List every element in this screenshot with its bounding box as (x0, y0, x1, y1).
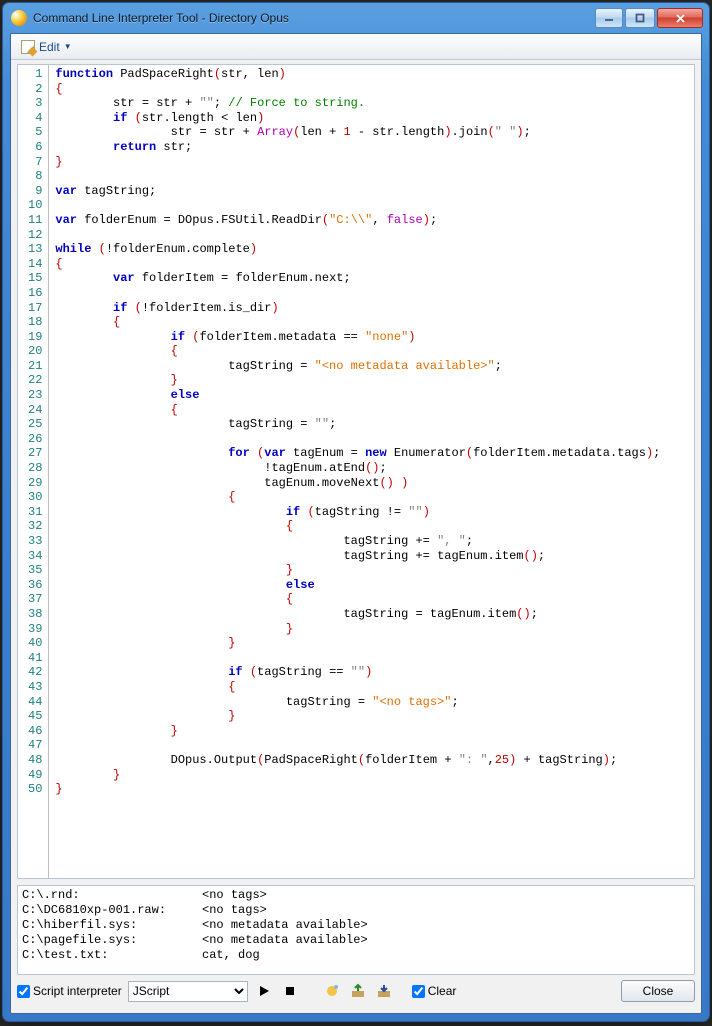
clear-text: Clear (428, 984, 457, 998)
minimize-button[interactable] (595, 8, 623, 28)
bottom-bar: Script interpreter JScript (17, 975, 695, 1007)
script-interpreter-checkbox-label[interactable]: Script interpreter (17, 984, 122, 998)
titlebar[interactable]: Command Line Interpreter Tool - Director… (3, 3, 709, 33)
play-icon (258, 985, 270, 997)
save-icon (376, 983, 392, 999)
stop-icon (284, 985, 296, 997)
load-script-button[interactable] (348, 981, 368, 1001)
load-icon (350, 983, 366, 999)
clear-checkbox[interactable] (412, 985, 425, 998)
close-window-button[interactable] (657, 8, 703, 28)
edit-label: Edit (39, 40, 60, 54)
window-controls (595, 8, 703, 28)
sparkle-icon (324, 983, 340, 999)
new-script-button[interactable] (322, 981, 342, 1001)
run-button[interactable] (254, 981, 274, 1001)
clear-checkbox-label[interactable]: Clear (412, 984, 457, 998)
toolbar: Edit ▼ (11, 34, 701, 60)
window-title: Command Line Interpreter Tool - Director… (33, 11, 595, 25)
app-window: Command Line Interpreter Tool - Director… (2, 2, 710, 1022)
code-area[interactable]: function PadSpaceRight(str, len) { str =… (49, 65, 666, 878)
save-script-button[interactable] (374, 981, 394, 1001)
edit-icon (21, 40, 35, 54)
line-gutter: 1 2 3 4 5 6 7 8 9 10 11 12 13 14 15 16 1… (18, 65, 49, 878)
stop-button[interactable] (280, 981, 300, 1001)
maximize-icon (635, 13, 645, 23)
maximize-button[interactable] (625, 8, 655, 28)
code-editor[interactable]: 1 2 3 4 5 6 7 8 9 10 11 12 13 14 15 16 1… (17, 64, 695, 879)
language-select[interactable]: JScript (128, 981, 248, 1002)
script-interpreter-checkbox[interactable] (17, 985, 30, 998)
close-button[interactable]: Close (621, 980, 695, 1002)
app-icon (11, 10, 27, 26)
script-interpreter-text: Script interpreter (33, 984, 122, 998)
chevron-down-icon: ▼ (64, 42, 72, 51)
edit-menu-button[interactable]: Edit ▼ (15, 36, 78, 58)
client-area: Edit ▼ 1 2 3 4 5 6 7 8 9 10 11 12 13 14 … (10, 33, 702, 1014)
minimize-icon (604, 13, 614, 23)
output-pane[interactable]: C:\.rnd: <no tags> C:\DC6810xp-001.raw: … (17, 885, 695, 975)
close-icon (675, 13, 686, 24)
